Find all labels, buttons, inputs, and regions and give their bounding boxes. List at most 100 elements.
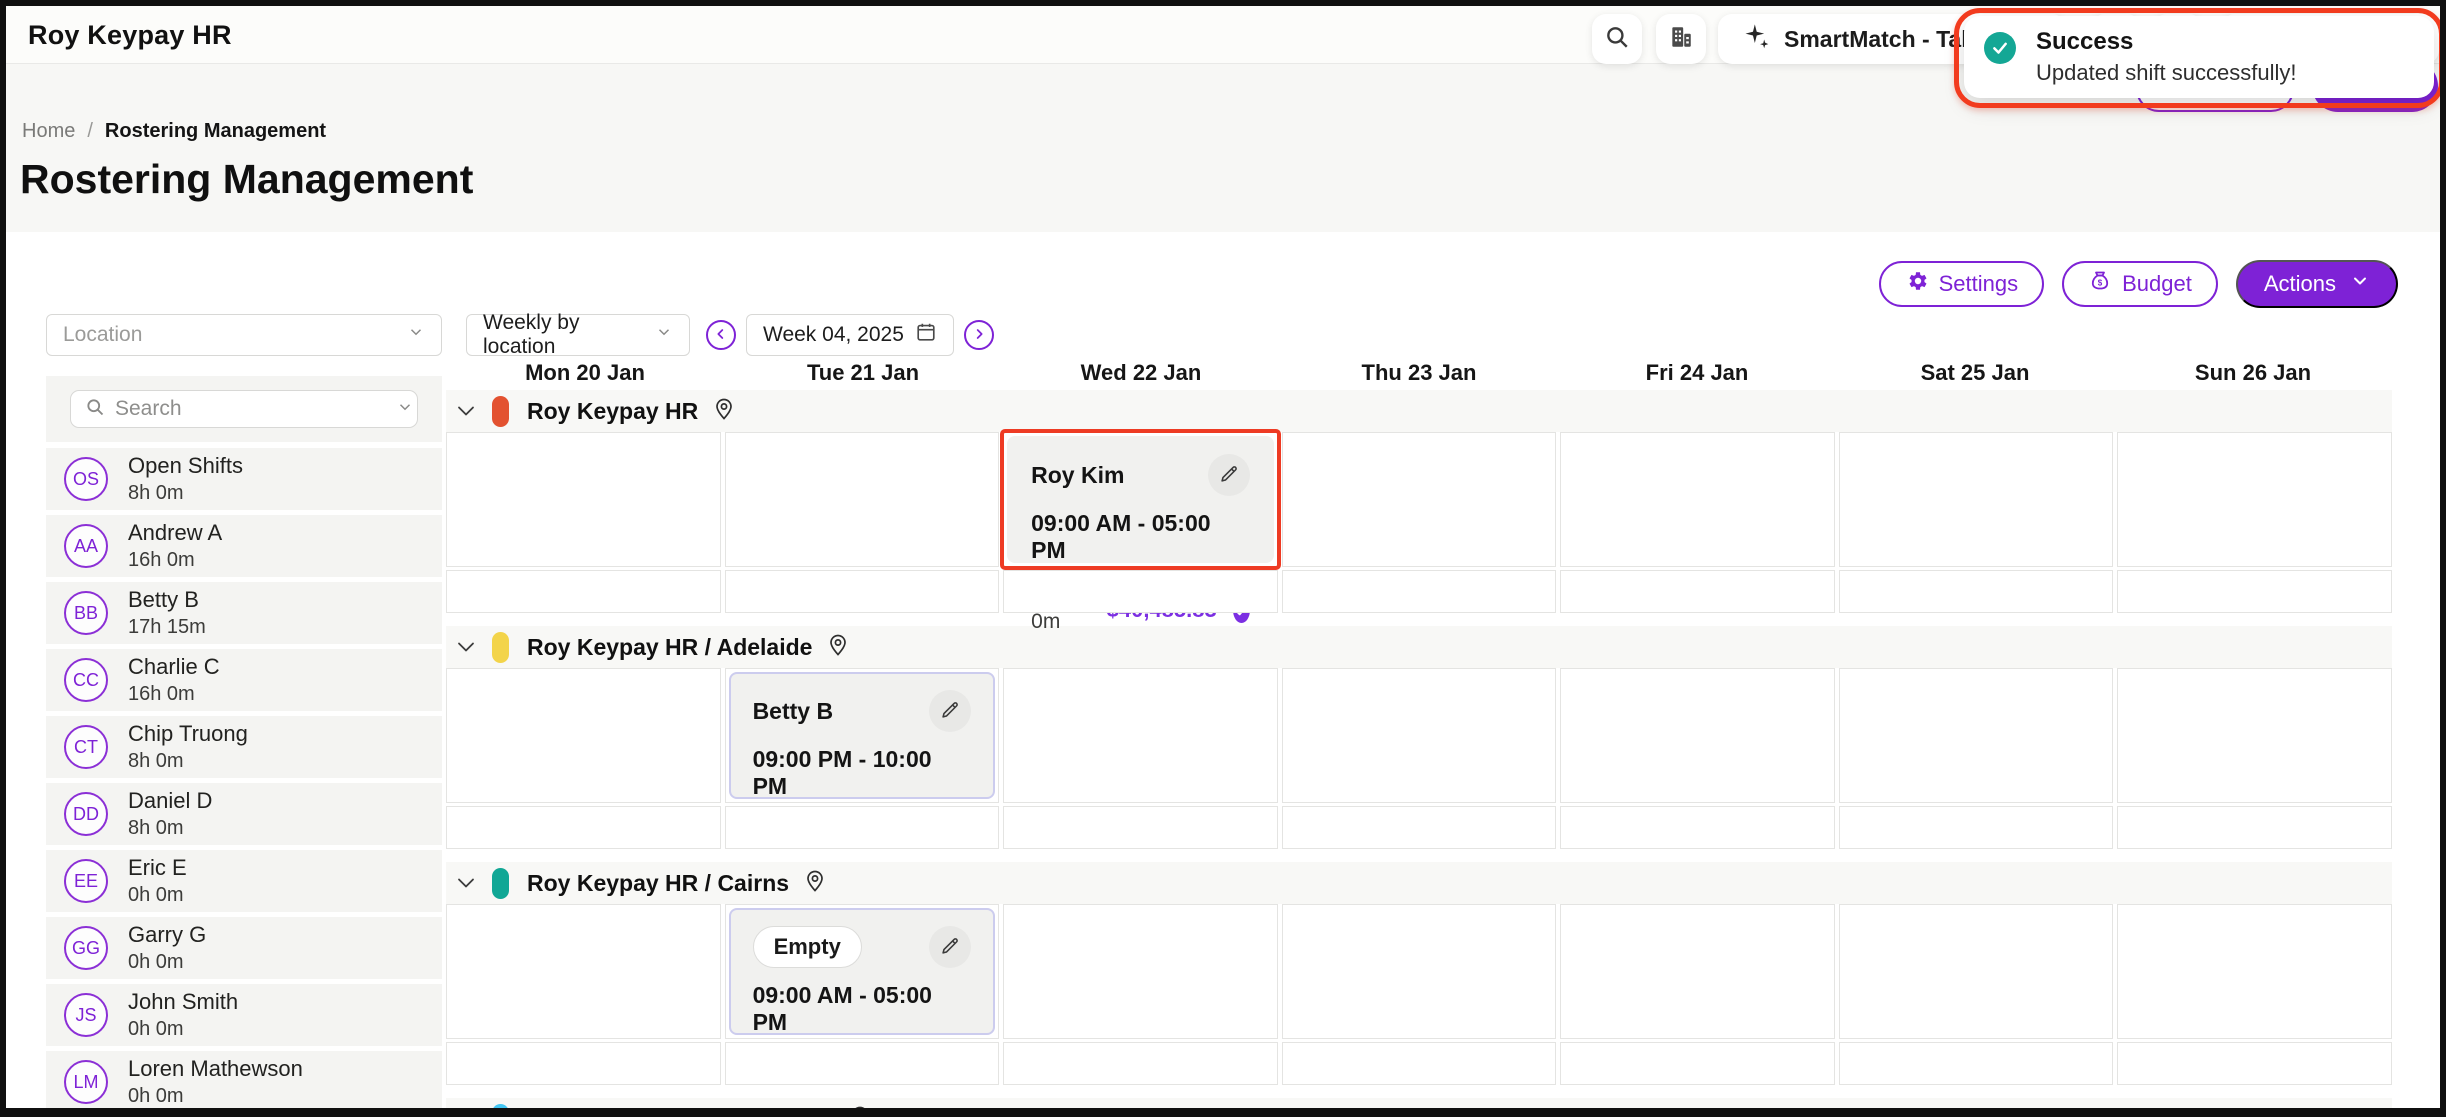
building-icon — [1668, 24, 1694, 55]
view-mode-select[interactable]: Weekly by location — [466, 314, 690, 356]
shift-cell[interactable] — [446, 668, 721, 803]
shift-cell[interactable] — [1282, 806, 1557, 849]
shift-cell[interactable] — [1560, 1042, 1835, 1085]
shift-card-head: Betty B — [753, 690, 972, 732]
shift-row-secondary — [446, 806, 2392, 849]
person-name: Garry G — [128, 921, 206, 949]
settings-button[interactable]: Settings — [1879, 261, 2045, 307]
shift-cell[interactable] — [725, 432, 1000, 567]
roster-person-item[interactable]: OSOpen Shifts8h 0m — [46, 448, 442, 510]
organisation-button[interactable] — [1656, 14, 1706, 64]
budget-button[interactable]: $ Budget — [2062, 261, 2218, 307]
shift-cell[interactable] — [725, 570, 1000, 613]
breadcrumb-home-link[interactable]: Home — [22, 120, 75, 143]
person-name: Daniel D — [128, 787, 212, 815]
collapse-group-button[interactable] — [454, 1107, 478, 1117]
shift-cell[interactable] — [1003, 904, 1278, 1039]
shift-cell[interactable] — [446, 432, 721, 567]
avatar: JS — [64, 993, 108, 1037]
shift-cell[interactable] — [1282, 904, 1557, 1039]
edit-shift-button[interactable] — [929, 690, 971, 732]
shift-cell[interactable] — [2117, 432, 2392, 567]
roster-person-item[interactable]: BBBetty B17h 15m — [46, 582, 442, 644]
roster-person-item[interactable]: AAAndrew A16h 0m — [46, 515, 442, 577]
shift-cell[interactable] — [446, 806, 721, 849]
collapse-group-button[interactable] — [454, 871, 478, 895]
avatar: OS — [64, 457, 108, 501]
shift-cell[interactable]: Roy Kim09:00 AM - 05:00 PM8hrs 0m$40,485… — [1003, 432, 1278, 567]
person-hours: 8h 0m — [128, 815, 212, 841]
roster-person-item[interactable]: EEEric E0h 0m — [46, 850, 442, 912]
edit-shift-button[interactable] — [1208, 454, 1250, 496]
shift-cell[interactable] — [1839, 904, 2114, 1039]
shift-cell[interactable] — [1839, 570, 2114, 613]
shift-cell[interactable] — [1560, 904, 1835, 1039]
shift-cell[interactable] — [1282, 432, 1557, 567]
previous-week-button[interactable] — [706, 320, 736, 350]
chevron-down-icon — [454, 635, 478, 659]
shift-cell[interactable] — [1003, 1042, 1278, 1085]
shift-row: Roy Kim09:00 AM - 05:00 PM8hrs 0m$40,485… — [446, 432, 2392, 567]
roster-person-item[interactable]: CTChip Truong8h 0m — [46, 716, 442, 778]
view-mode-value: Weekly by location — [483, 311, 655, 359]
shift-cell[interactable] — [2117, 668, 2392, 803]
shift-cell[interactable] — [1003, 806, 1278, 849]
shift-cell[interactable] — [1839, 1042, 2114, 1085]
search-button[interactable] — [1592, 14, 1642, 64]
person-text: Eric E0h 0m — [128, 854, 187, 908]
sidebar-search-box[interactable] — [70, 390, 418, 428]
shift-card[interactable]: Betty B09:00 PM - 10:00 PM1hrs 0m$25.81 — [729, 672, 996, 799]
shift-cell[interactable] — [1003, 570, 1278, 613]
person-name: Loren Mathewson — [128, 1055, 303, 1083]
shift-cell[interactable] — [725, 806, 1000, 849]
week-picker[interactable]: Week 04, 2025 — [746, 314, 954, 356]
shift-cell[interactable] — [1560, 806, 1835, 849]
shift-cell[interactable] — [1282, 1042, 1557, 1085]
filters-row: Location Weekly by location Week 04, 202… — [6, 314, 2440, 358]
roster-person-item[interactable]: DDDaniel D8h 0m — [46, 783, 442, 845]
edit-shift-button[interactable] — [929, 926, 971, 968]
person-text: Charlie C16h 0m — [128, 653, 220, 707]
shift-time-range: 09:00 AM - 05:00 PM — [753, 982, 972, 1036]
location-select[interactable]: Location — [46, 314, 442, 356]
actions-button[interactable]: Actions — [2236, 260, 2398, 308]
shift-card[interactable]: Empty09:00 AM - 05:00 PM8hrs 0m — [729, 908, 996, 1035]
shift-cell[interactable] — [1560, 668, 1835, 803]
shift-cell[interactable] — [725, 1042, 1000, 1085]
money-bag-icon: $ — [2088, 269, 2112, 299]
shift-cell[interactable] — [2117, 806, 2392, 849]
roster-person-item[interactable]: JSJohn Smith0h 0m — [46, 984, 442, 1046]
roster-person-item[interactable]: CCCharlie C16h 0m — [46, 649, 442, 711]
shift-cell[interactable] — [2117, 1042, 2392, 1085]
shift-cell[interactable] — [1003, 668, 1278, 803]
collapse-group-button[interactable] — [454, 635, 478, 659]
roster-person-item[interactable]: GGGarry G0h 0m — [46, 917, 442, 979]
shift-cell[interactable] — [446, 904, 721, 1039]
sidebar-search-input[interactable] — [115, 397, 386, 421]
shift-cell[interactable] — [1839, 806, 2114, 849]
person-name: John Smith — [128, 988, 238, 1016]
next-week-button[interactable] — [964, 320, 994, 350]
shift-cell[interactable] — [1839, 432, 2114, 567]
location-select-value: Location — [63, 323, 142, 347]
shift-cell[interactable] — [2117, 570, 2392, 613]
shift-cell[interactable]: Empty09:00 AM - 05:00 PM8hrs 0m — [725, 904, 1000, 1039]
success-check-icon — [1984, 32, 2016, 64]
person-text: Daniel D8h 0m — [128, 787, 212, 841]
shift-cell[interactable] — [2117, 904, 2392, 1039]
shift-cell[interactable]: Betty B09:00 PM - 10:00 PM1hrs 0m$25.81 — [725, 668, 1000, 803]
shift-cell[interactable] — [1560, 432, 1835, 567]
shift-cell[interactable] — [1282, 668, 1557, 803]
shift-cell[interactable] — [1560, 570, 1835, 613]
shift-cell[interactable] — [446, 570, 721, 613]
shift-time-range: 09:00 PM - 10:00 PM — [753, 746, 972, 800]
collapse-group-button[interactable] — [454, 399, 478, 423]
shift-cell[interactable] — [1282, 570, 1557, 613]
shift-card[interactable]: Roy Kim09:00 AM - 05:00 PM8hrs 0m$40,485… — [1007, 436, 1274, 563]
roster-person-item[interactable]: LMLoren Mathewson0h 0m — [46, 1051, 442, 1113]
person-hours: 8h 0m — [128, 480, 243, 506]
shift-cell[interactable] — [1839, 668, 2114, 803]
search-icon — [85, 397, 105, 422]
location-group-name: Roy Keypay HR — [527, 398, 698, 425]
shift-cell[interactable] — [446, 1042, 721, 1085]
